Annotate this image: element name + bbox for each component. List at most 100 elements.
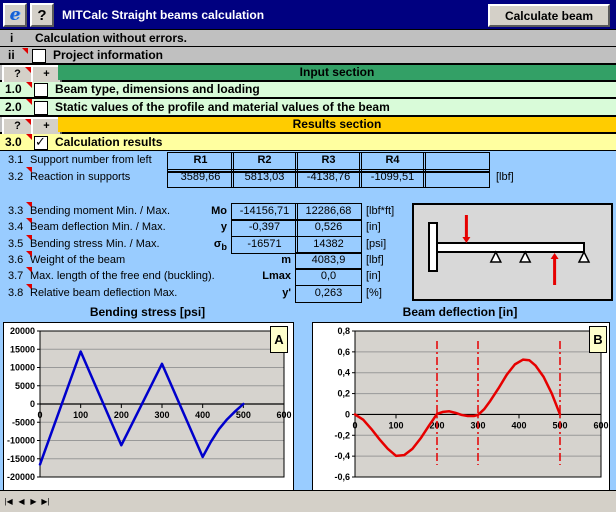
reaction-value-cell: -4138,76: [295, 169, 362, 188]
svg-text:400: 400: [511, 420, 526, 430]
row-index: 3.2: [8, 169, 23, 186]
help-button[interactable]: ?: [30, 3, 54, 27]
reaction-value-cell: 5813,03: [231, 169, 298, 188]
svg-text:0,2: 0,2: [337, 389, 350, 399]
sheet-tabbar: |◀ ◀ ▶ ▶| Calculation Tables Options Dat…: [0, 490, 616, 512]
project-information-label: Project information: [53, 47, 163, 63]
comment-marker-icon: [26, 134, 32, 140]
browser-button[interactable]: e: [3, 3, 27, 27]
row-index: ii: [8, 47, 15, 63]
row-index: 2.0: [5, 99, 22, 115]
unit-label: [lbf]: [366, 252, 384, 268]
metric-value-cell: -0,397: [231, 219, 298, 237]
titlebar: e ? MITCalc Straight beams calculation C…: [0, 0, 616, 30]
svg-text:10000: 10000: [10, 363, 35, 373]
question-icon: ?: [37, 7, 46, 24]
unit-label: [lbf*ft]: [366, 203, 394, 219]
static-values-checkbox[interactable]: [34, 101, 48, 115]
tab-scroll-last-button[interactable]: ▶|: [39, 494, 52, 510]
svg-text:5000: 5000: [15, 381, 35, 391]
results-section-header: ? + Results section: [0, 117, 616, 134]
section-row-calculation-results: 3.0 Calculation results: [0, 134, 616, 151]
row-index: 3.3: [8, 203, 23, 219]
row-index: 3.4: [8, 219, 23, 235]
section-row-label: Beam type, dimensions and loading: [55, 82, 260, 97]
row-index: 3.5: [8, 236, 23, 252]
beam-deflection-chart: 0,80,60,40,20-0,2-0,4-0,6010020030040050…: [312, 322, 610, 492]
unit-label: [%]: [366, 285, 382, 301]
metric-label: Bending moment Min. / Max.: [30, 203, 170, 219]
comment-marker-icon: [26, 82, 32, 88]
svg-text:-20000: -20000: [7, 472, 35, 482]
unit-label: [in]: [366, 268, 381, 284]
ie-icon: e: [10, 5, 21, 25]
metric-symbol: y': [200, 285, 291, 304]
row-index: i: [10, 30, 13, 46]
metric-value-cell: 0,0: [295, 268, 362, 286]
svg-text:0: 0: [352, 420, 357, 430]
svg-text:0: 0: [30, 399, 35, 409]
svg-text:-0,6: -0,6: [334, 472, 350, 482]
svg-text:0: 0: [37, 410, 42, 420]
calculate-beam-button[interactable]: Calculate beam: [488, 4, 610, 27]
unit-label: [in]: [366, 219, 381, 235]
metric-label: Beam deflection Min. / Max.: [30, 219, 166, 235]
row-index: 3.0: [5, 134, 22, 150]
unit-label: [psi]: [366, 236, 386, 252]
unit-label: [lbf]: [496, 169, 514, 186]
reaction-row-label: Reaction in supports: [30, 169, 130, 186]
metric-value-cell: 0,263: [295, 285, 362, 303]
metric-value-cell: 0,526: [295, 219, 362, 237]
svg-text:0: 0: [345, 409, 350, 419]
metric-label: Bending stress Min. / Max.: [30, 236, 160, 252]
chart-a-badge: A: [270, 326, 288, 353]
comment-marker-icon: [22, 48, 28, 54]
svg-text:300: 300: [154, 410, 169, 420]
svg-text:200: 200: [114, 410, 129, 420]
mitcalc-window: e ? MITCalc Straight beams calculation C…: [0, 0, 616, 512]
results-section-title: Results section: [58, 117, 616, 132]
metric-label: Weight of the beam: [30, 252, 125, 268]
svg-text:100: 100: [73, 410, 88, 420]
project-information-checkbox[interactable]: [32, 49, 46, 63]
chart-b-title: Beam deflection [in]: [312, 305, 608, 319]
section-row-label: Calculation results: [55, 134, 162, 150]
svg-text:0,6: 0,6: [337, 347, 350, 357]
svg-text:-5000: -5000: [12, 417, 35, 427]
svg-text:500: 500: [236, 410, 251, 420]
svg-text:15000: 15000: [10, 344, 35, 354]
support-row-label: Support number from left: [30, 152, 152, 169]
status-message: Calculation without errors.: [35, 30, 187, 46]
chart-a-title: Bending stress [psi]: [3, 305, 292, 319]
bending-stress-chart: 20000150001000050000-5000-10000-15000-20…: [3, 322, 294, 492]
svg-text:400: 400: [195, 410, 210, 420]
row-index: 3.1: [8, 152, 23, 169]
bending-stress-plot: 20000150001000050000-5000-10000-15000-20…: [4, 323, 291, 489]
tab-scroll-first-button[interactable]: |◀: [2, 494, 15, 510]
svg-text:-10000: -10000: [7, 436, 35, 446]
section-row-static-values: 2.0 Static values of the profile and mat…: [0, 99, 616, 117]
reaction-value-cell: [423, 169, 490, 188]
metric-label: Relative beam deflection Max.: [30, 285, 177, 301]
svg-text:0,8: 0,8: [337, 326, 350, 336]
comment-marker-icon: [26, 99, 32, 105]
svg-text:-0,2: -0,2: [334, 430, 350, 440]
svg-text:600: 600: [593, 420, 608, 430]
input-section-header: ? + Input section: [0, 65, 616, 82]
row-index: 3.6: [8, 252, 23, 268]
row-index: 1.0: [5, 82, 22, 97]
beam-type-checkbox[interactable]: [34, 83, 48, 97]
calculation-results-checkbox[interactable]: [34, 136, 48, 150]
svg-text:-0,4: -0,4: [334, 451, 350, 461]
chart-b-badge: B: [589, 326, 607, 353]
svg-text:20000: 20000: [10, 326, 35, 336]
reaction-value-cell: 3589,66: [167, 169, 234, 188]
status-row-project: ii Project information: [0, 47, 616, 65]
metric-label: Max. length of the free end (buckling).: [30, 268, 215, 284]
beam-deflection-plot: 0,80,60,40,20-0,2-0,4-0,6010020030040050…: [313, 323, 607, 489]
input-section-title: Input section: [58, 65, 616, 80]
beam-diagram-drawing: [414, 205, 611, 299]
svg-text:0,4: 0,4: [337, 368, 350, 378]
section-row-label: Static values of the profile and materia…: [55, 99, 390, 115]
row-index: 3.8: [8, 285, 23, 301]
